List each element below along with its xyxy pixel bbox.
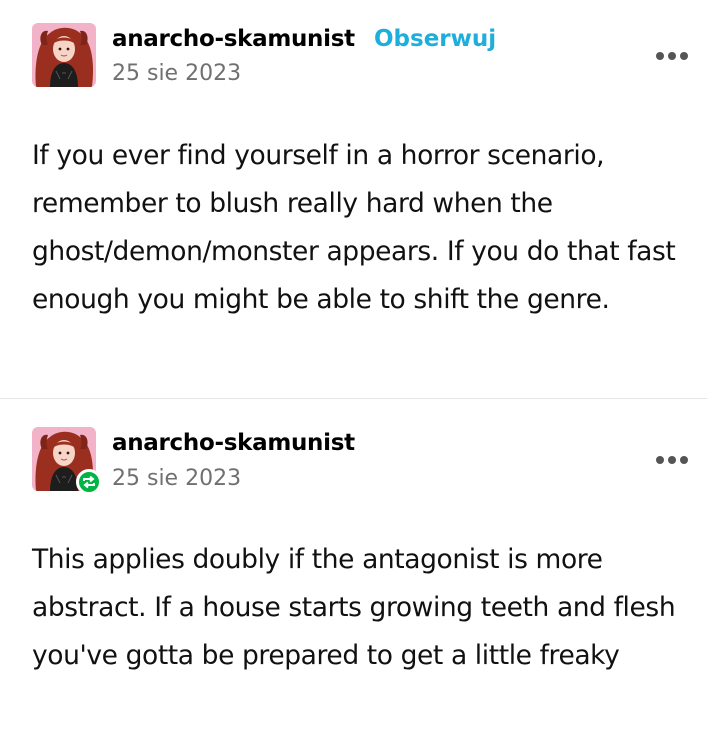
avatar-image — [32, 23, 96, 87]
more-options-button[interactable] — [655, 50, 689, 62]
post-date: 25 sie 2023 — [112, 466, 242, 491]
post-reblog: anarcho-skamunist 25 sie 2023 This appli… — [0, 399, 707, 735]
more-options-button[interactable] — [655, 454, 689, 466]
post-username[interactable]: anarcho-skamunist — [112, 430, 355, 456]
reblog-badge — [76, 469, 102, 495]
post-body-text: If you ever find yourself in a horror sc… — [32, 140, 676, 315]
post-username[interactable]: anarcho-skamunist — [112, 26, 355, 52]
more-options-icon — [656, 52, 688, 60]
post-original: anarcho-skamunist Obserwuj 25 sie 2023 I… — [0, 0, 707, 398]
post-body-text: This applies doubly if the antagonist is… — [32, 544, 676, 671]
user-avatar[interactable] — [32, 23, 96, 87]
follow-button[interactable]: Obserwuj — [374, 26, 496, 52]
reblog-icon — [83, 475, 95, 489]
post-date: 25 sie 2023 — [112, 61, 242, 86]
more-options-icon — [656, 456, 688, 464]
